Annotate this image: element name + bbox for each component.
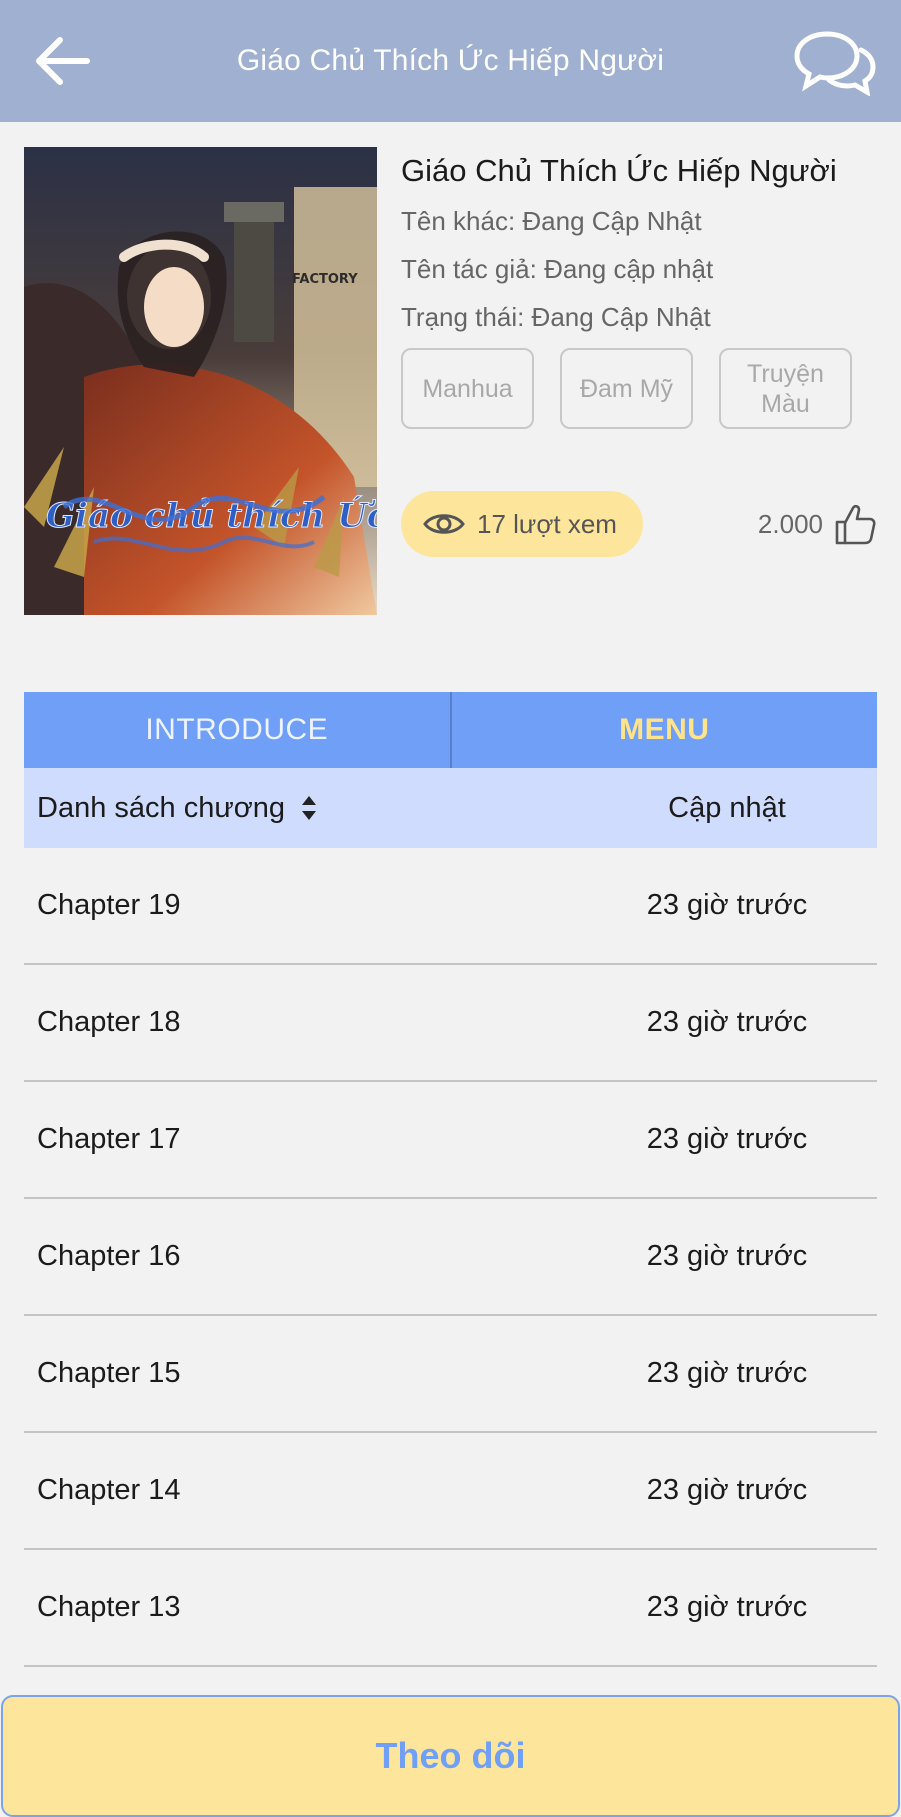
tag-dam-my[interactable]: Đam Mỹ (560, 348, 693, 429)
status: Trạng thái: Đang Cập Nhật (401, 302, 711, 332)
chapter-time: 23 giờ trước (646, 1123, 808, 1155)
author: Tên tác giả: Đang cập nhật (401, 254, 714, 284)
cover-image: FACTORY Giáo chủ thích Ức hiếp người (24, 147, 377, 615)
chapter-row[interactable]: Chapter 19 23 giờ trước (24, 848, 877, 965)
chapter-name: Chapter 13 (37, 1591, 181, 1623)
cover-publisher-text: FACTORY (292, 272, 358, 287)
chapter-time: 23 giờ trước (646, 1240, 808, 1272)
chapter-name: Chapter 14 (37, 1474, 181, 1506)
sort-chapters-button[interactable]: Danh sách chương (24, 792, 577, 825)
chapter-name: Chapter 18 (37, 1006, 181, 1038)
app-bar: Giáo Chủ Thích Ức Hiếp Người (0, 0, 901, 122)
chapter-list: Chapter 19 23 giờ trước Chapter 18 23 gi… (24, 848, 877, 1667)
tab-menu[interactable]: MENU (449, 692, 878, 768)
book-info: Giáo Chủ Thích Ức Hiếp Người Tên khác: Đ… (401, 147, 881, 335)
chat-bubbles-icon (794, 31, 876, 97)
alt-name: Tên khác: Đang Cập Nhật (401, 206, 702, 236)
chapter-row[interactable]: Chapter 13 23 giờ trước (24, 1550, 877, 1667)
chapters-column-label: Danh sách chương (37, 791, 286, 824)
views-badge: 17 lượt xem (401, 491, 643, 557)
follow-button[interactable]: Theo dõi (1, 1695, 900, 1817)
book-title: Giáo Chủ Thích Ức Hiếp Người (401, 153, 837, 188)
detail-tabs: INTRODUCE MENU (24, 692, 877, 768)
chat-button[interactable] (793, 30, 877, 97)
like-button[interactable]: 2.000 (758, 498, 877, 550)
page-title: Giáo Chủ Thích Ức Hiếp Người (236, 44, 665, 77)
chapter-row[interactable]: Chapter 15 23 giờ trước (24, 1316, 877, 1433)
chapter-name: Chapter 15 (37, 1357, 181, 1389)
chapter-time: 23 giờ trước (646, 889, 808, 921)
chapter-time: 23 giờ trước (646, 1006, 808, 1038)
tag-manhua[interactable]: Manhua (401, 348, 534, 429)
views-count: 17 lượt xem (477, 508, 617, 539)
chapter-time: 23 giờ trước (646, 1357, 808, 1389)
chapter-name: Chapter 16 (37, 1240, 181, 1272)
genre-tags: Manhua Đam Mỹ Truyện Màu (401, 348, 852, 429)
back-button[interactable] (32, 34, 92, 88)
chapter-row[interactable]: Chapter 18 23 giờ trước (24, 965, 877, 1082)
arrow-left-icon (36, 37, 90, 85)
chapter-time: 23 giờ trước (646, 1591, 808, 1623)
updated-column-label: Cập nhật (668, 791, 786, 824)
likes-count: 2.000 (757, 508, 823, 539)
eye-icon (423, 514, 465, 534)
chapter-list-header: Danh sách chương Cập nhật (24, 768, 877, 848)
tab-introduce[interactable]: INTRODUCE (24, 692, 450, 768)
thumbs-up-icon (835, 504, 876, 545)
sort-icon (302, 796, 317, 820)
chapter-name: Chapter 19 (37, 889, 181, 921)
chapter-name: Chapter 17 (37, 1123, 181, 1155)
chapter-row[interactable]: Chapter 16 23 giờ trước (24, 1199, 877, 1316)
chapter-time: 23 giờ trước (646, 1474, 808, 1506)
chapter-row[interactable]: Chapter 17 23 giờ trước (24, 1082, 877, 1199)
tag-truyen-mau[interactable]: Truyện Màu (719, 348, 852, 429)
chapter-row[interactable]: Chapter 14 23 giờ trước (24, 1433, 877, 1550)
